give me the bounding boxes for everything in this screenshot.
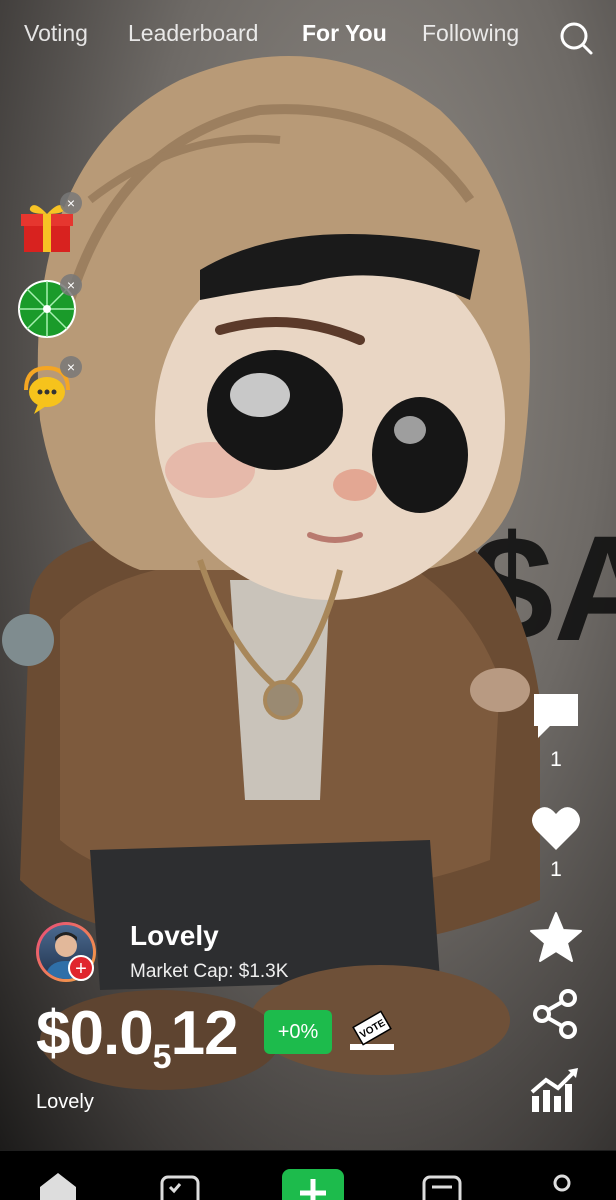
gift-widget[interactable]: ×: [18, 192, 82, 256]
app-root: $A Voting Leaderboard For You Following …: [0, 0, 616, 1200]
create-button[interactable]: [282, 1169, 344, 1200]
like-count: 1: [550, 858, 562, 881]
trading-chart-button[interactable]: [528, 1062, 584, 1118]
heart-icon: [532, 807, 580, 850]
tab-voting[interactable]: Voting: [24, 20, 88, 47]
search-button[interactable]: [558, 20, 594, 56]
token-price: $0.0512: [36, 998, 239, 1076]
tab-leaderboard[interactable]: Leaderboard: [128, 20, 258, 47]
tab-for-you[interactable]: For You: [302, 20, 387, 47]
price-main: $0.0: [36, 999, 154, 1068]
comment-icon: [534, 694, 578, 738]
support-widget[interactable]: ×: [18, 356, 82, 420]
plus-icon: [300, 1179, 326, 1200]
price-subscript: 5: [152, 1038, 172, 1076]
tab-following[interactable]: Following: [422, 20, 519, 47]
character-illustration: $A: [2, 56, 616, 1090]
vote-button[interactable]: VOTE: [348, 1010, 396, 1054]
comment-count: 1: [550, 748, 562, 771]
creator-name[interactable]: Lovely: [130, 920, 219, 952]
chart-trend-icon: [530, 1068, 578, 1112]
price-tail: 12: [170, 999, 239, 1068]
ballot-box-icon: VOTE: [350, 1010, 394, 1050]
profile-icon: [553, 1174, 571, 1192]
comment-button[interactable]: [528, 688, 584, 744]
close-icon[interactable]: ×: [60, 274, 82, 296]
share-icon: [533, 989, 577, 1039]
nav-tasks[interactable]: [158, 1171, 202, 1200]
follow-button[interactable]: +: [68, 955, 94, 981]
favorite-button[interactable]: [528, 910, 584, 966]
home-icon: [40, 1173, 76, 1200]
nav-home[interactable]: [36, 1171, 80, 1200]
price-change-badge: +0%: [264, 1010, 332, 1054]
nav-profile[interactable]: [540, 1171, 584, 1200]
post-caption: Lovely: [36, 1091, 94, 1113]
close-icon[interactable]: ×: [60, 192, 82, 214]
close-icon[interactable]: ×: [60, 356, 82, 378]
search-icon: [560, 22, 593, 55]
star-icon: [530, 912, 582, 962]
bottom-nav: [0, 1150, 616, 1200]
top-nav: Voting Leaderboard For You Following: [0, 0, 616, 72]
messages-icon: [422, 1175, 462, 1200]
lucky-wheel-widget[interactable]: ×: [18, 274, 82, 338]
market-cap: Market Cap: $1.3K: [130, 961, 289, 982]
nav-messages[interactable]: [420, 1171, 464, 1200]
share-button[interactable]: [528, 986, 584, 1042]
video-frame[interactable]: $A: [0, 0, 616, 1150]
tasks-icon: [160, 1175, 200, 1200]
like-button[interactable]: [528, 800, 584, 856]
